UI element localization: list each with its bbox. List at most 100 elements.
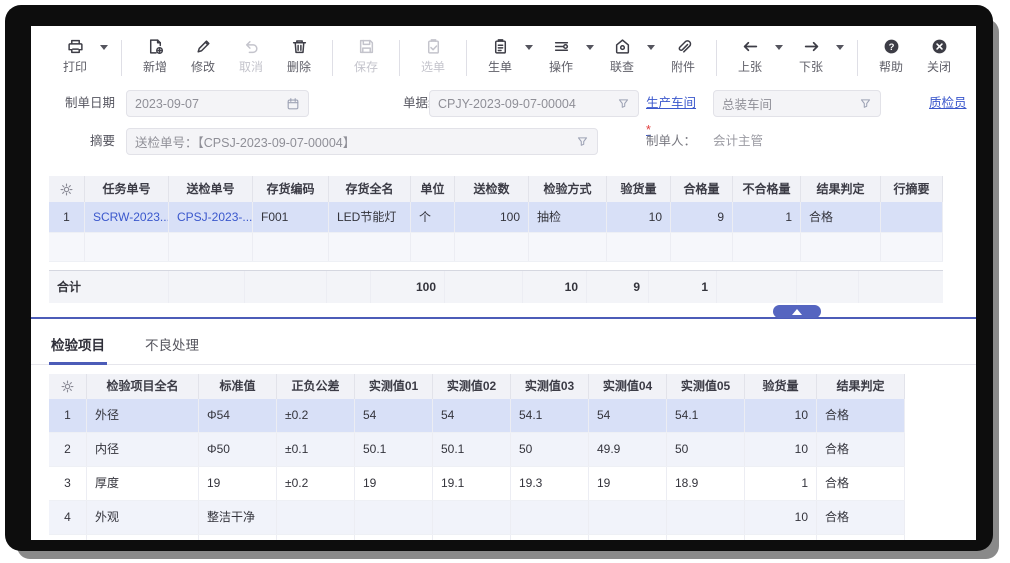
- toolbar-divider: [332, 40, 333, 76]
- col-header[interactable]: 检验项目全名: [87, 374, 199, 399]
- cell: [667, 501, 745, 534]
- col-header[interactable]: 实测值01: [355, 374, 433, 399]
- col-header[interactable]: 送检单号: [169, 176, 253, 202]
- cell: 50.1: [355, 433, 433, 466]
- cell: 54.1: [511, 399, 589, 432]
- operation-button[interactable]: 操作: [542, 38, 580, 75]
- col-header[interactable]: 存货全名: [329, 176, 411, 202]
- table-gap: [49, 262, 943, 270]
- col-header[interactable]: 结果判定: [817, 374, 905, 399]
- main-table: 任务单号 送检单号 存货编码 存货全名 单位 送检数 检验方式 验货量 合格量 …: [49, 176, 943, 303]
- detail-table-row-1[interactable]: 1 外径 Φ54 ±0.2 54 54 54.1 54 54.1 10 合格: [49, 399, 905, 433]
- cell: 合格: [801, 202, 881, 232]
- col-header[interactable]: 标准值: [199, 374, 277, 399]
- next-doc-button[interactable]: 下张: [792, 38, 830, 75]
- modify-button[interactable]: 修改: [184, 38, 222, 75]
- row-number: 2: [49, 433, 87, 466]
- workshop-field[interactable]: 总装车间: [713, 90, 881, 117]
- operation-dropdown-caret-icon[interactable]: [586, 45, 594, 50]
- detail-table-partial-row: [49, 535, 905, 540]
- summary-label: 摘要: [43, 128, 115, 155]
- delete-button[interactable]: 删除: [280, 38, 318, 75]
- inspector-link[interactable]: 质检员: [929, 90, 973, 117]
- col-header[interactable]: 实测值02: [433, 374, 511, 399]
- document-window: 打印 新增 修改 取消 删除 保存 选单: [31, 26, 976, 540]
- cell: 54: [355, 399, 433, 432]
- col-header[interactable]: 验货量: [607, 176, 671, 202]
- col-header[interactable]: 合格量: [671, 176, 733, 202]
- col-header[interactable]: 检验方式: [529, 176, 607, 202]
- col-header[interactable]: 实测值03: [511, 374, 589, 399]
- col-header[interactable]: 送检数: [455, 176, 529, 202]
- print-dropdown-caret-icon[interactable]: [100, 45, 108, 50]
- cell: 外径: [87, 399, 199, 432]
- linked-query-button[interactable]: 联查: [603, 38, 641, 75]
- pencil-icon: [195, 38, 212, 55]
- previous-doc-dropdown-caret-icon[interactable]: [775, 45, 783, 50]
- col-header[interactable]: 单位: [411, 176, 455, 202]
- add-button[interactable]: 新增: [136, 38, 174, 75]
- linked-query-dropdown-caret-icon[interactable]: [647, 45, 655, 50]
- col-header[interactable]: 结果判定: [801, 176, 881, 202]
- column-settings-icon[interactable]: [49, 176, 85, 202]
- tab-inspection-items[interactable]: 检验项目: [49, 328, 107, 365]
- total-fail-qty: 1: [649, 271, 717, 303]
- col-header[interactable]: 实测值05: [667, 374, 745, 399]
- col-header[interactable]: 任务单号: [85, 176, 169, 202]
- help-button[interactable]: ? 帮助: [872, 38, 910, 75]
- col-header[interactable]: 存货编码: [253, 176, 329, 202]
- row-number: 3: [49, 467, 87, 500]
- cell: 19.3: [511, 467, 589, 500]
- summary-field[interactable]: 送检单号：【CPSJ-2023-09-07-00004】: [126, 128, 598, 155]
- toolbar-divider: [716, 40, 717, 76]
- svg-text:?: ?: [888, 42, 894, 53]
- generate-doc-button[interactable]: 生单: [481, 38, 519, 75]
- col-header[interactable]: 不合格量: [733, 176, 801, 202]
- close-button[interactable]: 关闭: [920, 38, 958, 75]
- col-header[interactable]: 验货量: [745, 374, 817, 399]
- paperclip-icon: [675, 38, 692, 55]
- cell: 合格: [817, 399, 905, 432]
- list-icon: [553, 38, 570, 55]
- filter-icon[interactable]: [576, 135, 589, 148]
- print-button[interactable]: 打印: [56, 38, 94, 75]
- chevron-up-icon: [792, 309, 802, 315]
- task-no-link[interactable]: SCRW-2023...: [85, 202, 169, 232]
- cell: 54: [433, 399, 511, 432]
- doc-no-field[interactable]: CPJY-2023-09-07-00004: [429, 90, 639, 117]
- detail-table: 检验项目全名 标准值 正负公差 实测值01 实测值02 实测值03 实测值04 …: [49, 374, 905, 540]
- cell: [589, 501, 667, 534]
- next-doc-dropdown-caret-icon[interactable]: [836, 45, 844, 50]
- column-settings-icon[interactable]: [49, 374, 87, 399]
- toolbar-divider: [121, 40, 122, 76]
- tab-defect-handling[interactable]: 不良处理: [143, 328, 201, 364]
- col-header[interactable]: 实测值04: [589, 374, 667, 399]
- inspect-no-link[interactable]: CPSJ-2023-...: [169, 202, 253, 232]
- main-table-row-1[interactable]: 1 SCRW-2023... CPSJ-2023-... F001 LED节能灯…: [49, 202, 943, 233]
- detail-table-header-row: 检验项目全名 标准值 正负公差 实测值01 实测值02 实测值03 实测值04 …: [49, 374, 905, 399]
- toolbar: 打印 新增 修改 取消 删除 保存 选单: [31, 26, 976, 84]
- cell: LED节能灯: [329, 202, 411, 232]
- cell: 18.9: [667, 467, 745, 500]
- detail-table-row-2[interactable]: 2 内径 Φ50 ±0.1 50.1 50.1 50 49.9 50 10 合格: [49, 433, 905, 467]
- doc-no-value: CPJY-2023-09-07-00004: [438, 97, 617, 111]
- calendar-icon[interactable]: [286, 97, 300, 111]
- arrow-right-icon: [803, 38, 820, 55]
- collapse-handle[interactable]: [773, 305, 821, 318]
- detail-table-row-3[interactable]: 3 厚度 19 ±0.2 19 19.1 19.3 19 18.9 1 合格: [49, 467, 905, 501]
- filter-icon[interactable]: [859, 97, 872, 110]
- col-header[interactable]: 正负公差: [277, 374, 355, 399]
- cell: [881, 202, 943, 232]
- screenshot-stage: 打印 新增 修改 取消 删除 保存 选单: [0, 0, 1010, 563]
- attachment-button[interactable]: 附件: [664, 38, 702, 75]
- col-header[interactable]: 行摘要: [881, 176, 943, 202]
- cell: 9: [671, 202, 733, 232]
- doc-date-field[interactable]: 2023-09-07: [126, 90, 309, 117]
- doc-date-value: 2023-09-07: [135, 97, 286, 111]
- cell: 内径: [87, 433, 199, 466]
- generate-doc-dropdown-caret-icon[interactable]: [525, 45, 533, 50]
- previous-doc-button[interactable]: 上张: [731, 38, 769, 75]
- filter-icon[interactable]: [617, 97, 630, 110]
- detail-table-row-4[interactable]: 4 外观 整洁干净 10 合格: [49, 501, 905, 535]
- main-table-empty-row[interactable]: [49, 233, 943, 262]
